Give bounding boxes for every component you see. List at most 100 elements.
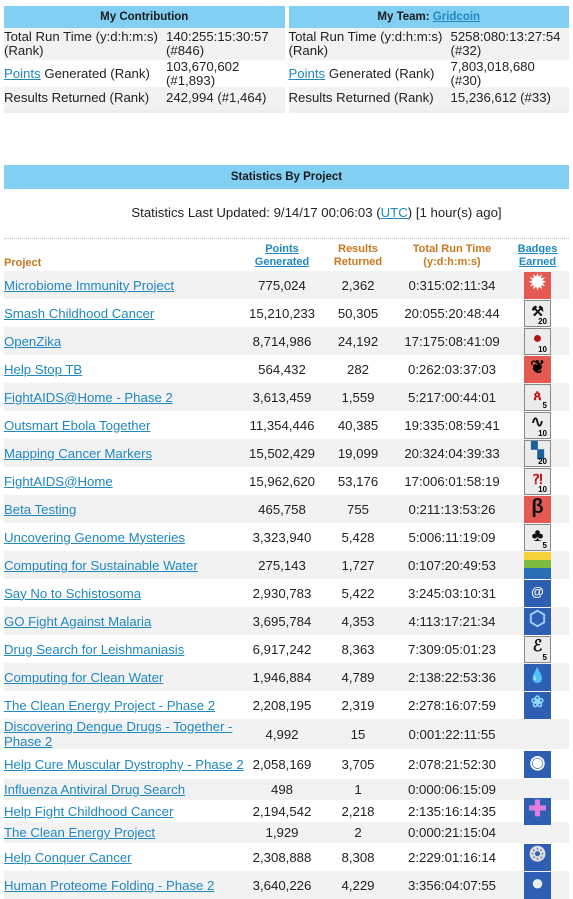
team-points-label-rest: Generated (Rank) bbox=[325, 65, 435, 81]
project-link[interactable]: Say No to Schistosoma bbox=[4, 586, 141, 601]
points-cell: 3,640,226 bbox=[252, 877, 312, 893]
badge-cell: ⁈ 10 bbox=[506, 467, 569, 495]
project-link[interactable]: Drug Search for Leishmaniasis bbox=[4, 642, 184, 657]
runtime-label: Total Run Time (y:d:h:m:s) (Rank) bbox=[4, 29, 158, 58]
project-link[interactable]: Mapping Cancer Markers bbox=[4, 446, 152, 461]
points-cell: 2,058,169 bbox=[252, 756, 312, 772]
project-link[interactable]: Human Proteome Folding - Phase 2 bbox=[4, 878, 214, 893]
project-link[interactable]: Computing for Clean Water bbox=[4, 670, 163, 685]
results-cell: 2,319 bbox=[341, 697, 375, 713]
table-row: Smash Childhood Cancer 15,210,233 50,305 20… bbox=[4, 299, 569, 327]
beta-badge-icon: β bbox=[524, 495, 551, 523]
badge-level: 20 bbox=[538, 316, 547, 326]
table-row: The Clean Energy Project 1,929 2 0:000:21:1… bbox=[4, 822, 569, 843]
project-link[interactable]: Computing for Sustainable Water bbox=[4, 558, 198, 573]
project-link[interactable]: Help Stop TB bbox=[4, 362, 82, 377]
results-cell: 1 bbox=[354, 782, 362, 797]
badge-cell: ℰ5 bbox=[506, 635, 569, 663]
table-header: Project Points Generated Results Returne… bbox=[4, 238, 569, 271]
badge-cell: ♣ 5 bbox=[506, 523, 569, 551]
results-cell: 4,353 bbox=[341, 613, 375, 629]
table-row: The Clean Energy Project - Phase 2 2,208,… bbox=[4, 691, 569, 719]
utc-link[interactable]: UTC bbox=[381, 205, 408, 220]
project-link[interactable]: Microbiome Immunity Project bbox=[4, 278, 174, 293]
col-badges-link[interactable]: Badges Earned bbox=[518, 243, 558, 268]
runtime-cell: 20:055:20:48:44 bbox=[404, 305, 500, 321]
team-results-label: Results Returned (Rank) bbox=[288, 90, 434, 105]
markers-badge-icon: ▚ 20 bbox=[524, 439, 551, 467]
results-cell: 4,789 bbox=[341, 669, 375, 685]
runtime-cell: 4:113:17:21:34 bbox=[408, 613, 496, 629]
badge-level: 5 bbox=[542, 540, 547, 550]
project-link[interactable]: Beta Testing bbox=[4, 502, 76, 517]
project-link[interactable]: The Clean Energy Project bbox=[4, 825, 155, 840]
table-row: Influenza Antiviral Drug Search 498 1 0:000… bbox=[4, 779, 569, 800]
table-row: FightAIDS@Home 15,962,620 53,176 17:006:01:… bbox=[4, 467, 569, 495]
results-cell: 8,363 bbox=[341, 641, 375, 657]
results-cell: 4,229 bbox=[341, 877, 375, 893]
project-link[interactable]: The Clean Energy Project - Phase 2 bbox=[4, 698, 215, 713]
team-runtime-label: Total Run Time (y:d:h:m:s) (Rank) bbox=[288, 29, 443, 58]
project-link[interactable]: Discovering Dengue Drugs - Together - Ph… bbox=[4, 719, 232, 749]
results-cell: 2 bbox=[354, 825, 362, 840]
table-row: Uncovering Genome Mysteries 3,323,940 5,42… bbox=[4, 523, 569, 551]
points-cell: 465,758 bbox=[258, 501, 306, 517]
badge-glyph: ◉ bbox=[529, 752, 546, 772]
points-cell: 498 bbox=[270, 782, 293, 797]
col-points-sort[interactable]: Points Generated bbox=[255, 243, 309, 268]
runtime-cell: 0:262:03:37:03 bbox=[408, 361, 496, 377]
points-cell: 6,917,242 bbox=[252, 641, 312, 657]
points-label: Points Generated (Rank) bbox=[4, 66, 166, 81]
project-link[interactable]: Influenza Antiviral Drug Search bbox=[4, 782, 185, 797]
points-cell: 3,613,459 bbox=[252, 389, 312, 405]
badge-glyph: ❀ bbox=[530, 694, 545, 711]
points-cell: 2,930,783 bbox=[252, 585, 312, 601]
points-cell: 2,308,888 bbox=[252, 849, 312, 865]
results-cell: 24,192 bbox=[337, 333, 379, 349]
points-cell: 15,502,429 bbox=[248, 445, 315, 461]
runtime-cell: 3:356:04:07:55 bbox=[408, 877, 496, 893]
runtime-row: Total Run Time (y:d:h:m:s) (Rank) 140:25… bbox=[4, 28, 285, 60]
team-link[interactable]: Gridcoin bbox=[433, 11, 480, 23]
project-link[interactable]: Outsmart Ebola Together bbox=[4, 418, 150, 433]
project-link[interactable]: FightAIDS@Home bbox=[4, 474, 113, 489]
table-row: Help Fight Childhood Cancer 2,194,542 2,21… bbox=[4, 797, 569, 825]
project-link[interactable]: Help Fight Childhood Cancer bbox=[4, 804, 173, 819]
project-link[interactable]: Smash Childhood Cancer bbox=[4, 306, 154, 321]
results-cell: 2,218 bbox=[341, 803, 375, 819]
badge-cell: ❦ bbox=[506, 355, 569, 383]
updated-suffix: ) [1 hour(s) ago] bbox=[407, 205, 502, 220]
my-contribution-panel: My Contribution Total Run Time (y:d:h:m:… bbox=[4, 6, 285, 113]
badge-cell: ∿ 10 bbox=[506, 411, 569, 439]
project-link[interactable]: Uncovering Genome Mysteries bbox=[4, 530, 185, 545]
points-cell: 15,962,620 bbox=[248, 473, 315, 489]
last-updated: Statistics Last Updated: 9/14/17 00:06:0… bbox=[64, 205, 569, 220]
runtime-cell: 0:315:02:11:34 bbox=[408, 277, 496, 293]
team-points-link[interactable]: Points bbox=[289, 66, 326, 81]
badge-glyph: ጰ bbox=[533, 387, 542, 403]
runtime-cell: 0:000:21:15:04 bbox=[408, 825, 496, 840]
project-link[interactable]: Help Conquer Cancer bbox=[4, 850, 132, 865]
points-cell: 275,143 bbox=[258, 557, 306, 573]
runtime-cell: 7:309:05:01:23 bbox=[408, 641, 496, 657]
team-points-value: 7,803,018,680 (#30) bbox=[450, 58, 535, 88]
results-cell: 40,385 bbox=[337, 417, 379, 433]
project-link[interactable]: OpenZika bbox=[4, 334, 61, 349]
table-row: Microbiome Immunity Project 775,024 2,362 0… bbox=[4, 271, 569, 299]
project-link[interactable]: GO Fight Against Malaria bbox=[4, 614, 151, 629]
runtime-cell: 2:135:16:14:35 bbox=[408, 803, 496, 819]
results-cell: 755 bbox=[346, 501, 369, 517]
water-badge-icon bbox=[524, 551, 551, 579]
runtime-cell: 20:324:04:39:33 bbox=[404, 445, 500, 461]
badge-level: 10 bbox=[538, 428, 547, 438]
points-cell: 1,929 bbox=[265, 825, 299, 840]
points-link[interactable]: Points bbox=[4, 66, 41, 81]
project-link[interactable]: Help Cure Muscular Dystrophy - Phase 2 bbox=[4, 757, 244, 772]
runtime-cell: 17:175:08:41:09 bbox=[404, 333, 500, 349]
results-cell: 282 bbox=[346, 361, 369, 377]
badge-cell: ❀ bbox=[506, 691, 569, 719]
badge-cell: ◉ bbox=[506, 750, 569, 778]
team-points-row: Points Generated (Rank) 7,803,018,680 (#… bbox=[289, 58, 570, 88]
ribbons-badge-icon: ጰ5 bbox=[524, 383, 551, 411]
project-link[interactable]: FightAIDS@Home - Phase 2 bbox=[4, 390, 173, 405]
